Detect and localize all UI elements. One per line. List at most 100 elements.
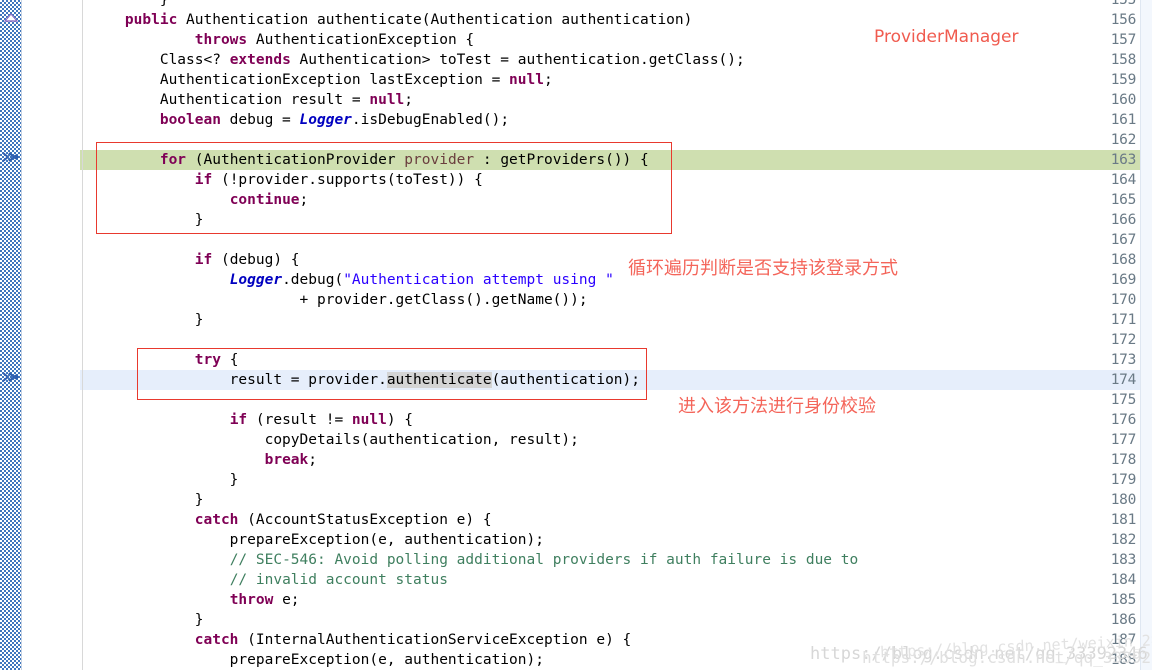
code-token: ; [404,92,414,108]
code-token: provider [404,152,475,168]
code-line[interactable]: if (!provider.supports(toTest)) { [90,170,483,190]
code-token: (AccountStatusException e) { [238,512,492,528]
code-token: e; [273,592,300,608]
line-number: 172 [1110,332,1137,348]
code-line[interactable]: if (debug) { [90,250,300,270]
code-token: catch [194,632,239,648]
code-line[interactable]: for (AuthenticationProvider provider : g… [90,150,649,170]
code-token: throw [229,592,274,608]
editor-marker-bar[interactable] [0,0,22,670]
code-token: } [90,472,239,488]
code-token: ) { [386,412,414,428]
code-line[interactable]: Class<? extends Authentication> toTest =… [90,50,745,70]
code-token: : getProviders()) { [474,152,649,168]
code-token: catch [194,512,239,528]
code-token: (AuthenticationProvider [186,152,405,168]
code-token: .isDebugEnabled(); [351,112,510,128]
code-line[interactable]: AuthenticationException lastException = … [90,70,553,90]
code-line[interactable]: if (result != null) { [90,410,413,430]
line-number: 177 [1110,432,1137,448]
code-line[interactable]: + provider.getClass().getName()); [90,290,588,310]
code-token: AuthenticationException lastException = [90,72,510,88]
line-number: 160 [1110,92,1137,108]
overview-ruler[interactable] [1140,0,1152,670]
code-line[interactable]: boolean debug = Logger.isDebugEnabled(); [90,110,509,130]
line-number: 185 [1110,592,1137,608]
line-number: 162 [1110,132,1137,148]
line-number: 171 [1110,312,1137,328]
line-number: 181 [1110,512,1137,528]
watermark-url-tertiary: https://blog.csdn.net/qq_33392346 [862,648,1152,667]
code-token: null [509,72,544,88]
code-editor-view[interactable]: 155 156 157 158 159 160 161 162 163 164 165 166 167 1… [0,0,1152,670]
authenticate-note-annotation: 进入该方法进行身份校验 [678,396,876,417]
code-token: } [90,612,204,628]
debug-current-frame-icon[interactable] [2,370,20,384]
method-overview-icon[interactable] [3,11,19,23]
code-line[interactable]: // SEC-546: Avoid polling additional pro… [90,550,859,570]
code-line[interactable]: throw e; [90,590,300,610]
code-token: Authentication authenticate(Authenticati… [177,12,693,28]
code-token: (authentication); [491,372,640,388]
code-token: Authentication result = [90,92,370,108]
code-line[interactable]: throws AuthenticationException { [90,30,474,50]
code-token: try [194,352,221,368]
code-line[interactable]: continue; [90,190,309,210]
line-number: 170 [1110,292,1137,308]
code-line[interactable]: Authentication result = null; [90,90,413,110]
code-token: } [90,312,204,328]
code-token: Logger [299,112,352,128]
code-token: continue [229,192,300,208]
code-line[interactable]: break; [90,450,317,470]
line-number: 158 [1110,52,1137,68]
code-line[interactable]: catch (AccountStatusException e) { [90,510,492,530]
code-token: } [90,0,169,8]
code-token: public [124,12,178,28]
code-token: } [90,212,204,228]
code-line[interactable]: } [90,610,204,630]
line-number: 161 [1110,112,1137,128]
execution-pointer-icon[interactable] [2,150,20,164]
code-token: { [220,352,239,368]
code-line[interactable]: // invalid account status [90,570,448,590]
line-number: 178 [1110,452,1137,468]
line-number: 184 [1110,572,1137,588]
code-token: null [351,412,387,428]
code-token: prepareException(e, authentication); [90,652,544,668]
code-line[interactable]: } [90,490,204,510]
code-token: copyDetails(authentication, result); [90,432,579,448]
code-line[interactable]: } [90,310,204,330]
code-line[interactable]: copyDetails(authentication, result); [90,430,579,450]
line-number: 165 [1110,192,1137,208]
code-line[interactable]: prepareException(e, authentication); [90,650,544,670]
code-line[interactable]: } [90,470,239,490]
code-token: boolean [159,112,221,128]
code-line[interactable]: Logger.debug("Authentication attempt usi… [90,270,614,290]
line-number: 176 [1110,412,1137,428]
code-line[interactable]: try { [90,350,239,370]
code-token: null [369,92,405,108]
code-line[interactable]: } [90,0,169,10]
code-line[interactable]: result = provider.authenticate(authentic… [90,370,640,390]
code-token: (debug) { [212,252,300,268]
marker-bar-divider [21,0,22,670]
code-line[interactable]: catch (InternalAuthenticationServiceExce… [90,630,632,650]
line-number: 173 [1110,352,1137,368]
class-name-annotation: ProviderManager [874,27,1019,47]
code-token: Class<? [90,52,230,68]
line-number: 182 [1110,532,1137,548]
code-line[interactable]: public Authentication authenticate(Authe… [90,10,692,30]
code-line[interactable]: } [90,210,204,230]
code-token: + provider.getClass().getName()); [90,292,588,308]
code-token: Authentication> toTest = authentication.… [290,52,745,68]
line-number: 155 [1110,0,1137,8]
line-number-ruler[interactable] [22,0,80,670]
code-line[interactable]: prepareException(e, authentication); [90,530,544,550]
loop-note-annotation: 循环遍历判断是否支持该登录方式 [628,258,898,279]
